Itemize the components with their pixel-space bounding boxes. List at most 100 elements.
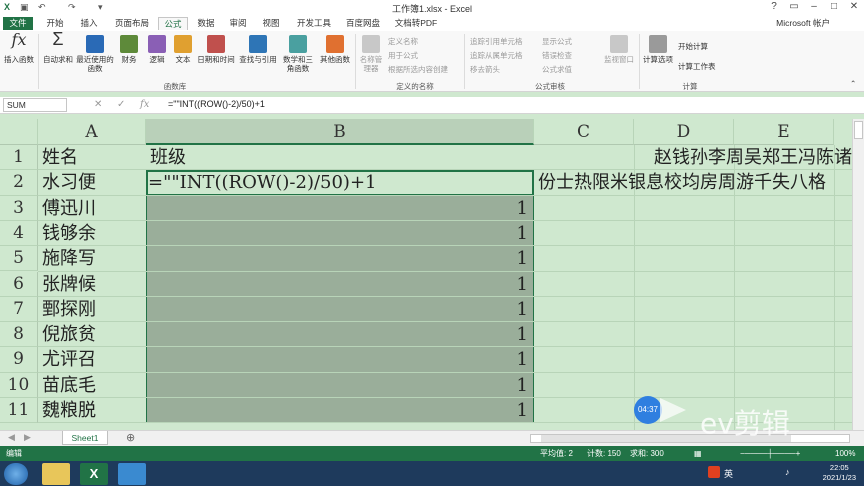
cell-a10[interactable]: 苗底毛 bbox=[42, 373, 142, 398]
cell-b6[interactable]: 1 bbox=[146, 272, 532, 297]
normal-view-icon[interactable]: ▦ bbox=[694, 446, 702, 461]
cell-b11[interactable]: 1 bbox=[146, 398, 532, 423]
tab-insert[interactable]: 插入 bbox=[74, 17, 104, 30]
use-in-formula-button[interactable]: 用于公式 bbox=[388, 50, 418, 61]
tab-developer[interactable]: 开发工具 bbox=[292, 17, 336, 30]
ribbon-display-button[interactable]: ▭ bbox=[786, 1, 802, 14]
autosum-button[interactable]: Σ 自动求和 bbox=[42, 30, 74, 64]
row-header-7[interactable]: 7 bbox=[0, 296, 38, 323]
tab-file[interactable]: 文件 bbox=[3, 17, 33, 30]
lookup-button[interactable]: 查找与引用 bbox=[238, 35, 278, 64]
cell-b4[interactable]: 1 bbox=[146, 221, 532, 246]
evaluate-formula-button[interactable]: 公式求值 bbox=[542, 64, 572, 75]
help-button[interactable]: ? bbox=[766, 1, 782, 14]
cell-b1[interactable]: 班级 bbox=[150, 145, 530, 170]
spreadsheet-grid[interactable]: A B C D E 1 2 3 傅迅川 1 4 钱够余 1 5 施降写 1 6 张牌候 1 7 鄄探刚 1 8 倪旅… bbox=[0, 119, 852, 430]
add-sheet-icon[interactable]: ⊕ bbox=[126, 431, 135, 444]
row-header-9[interactable]: 9 bbox=[0, 347, 38, 373]
cancel-icon[interactable]: ✕ bbox=[94, 99, 102, 110]
column-header-b[interactable]: B bbox=[146, 119, 534, 145]
create-from-selection-button[interactable]: 根据所选内容创建 bbox=[388, 64, 448, 75]
row-header-8[interactable]: 8 bbox=[0, 322, 38, 348]
speaker-icon[interactable]: ♪ bbox=[785, 467, 790, 477]
tab-data[interactable]: 数据 bbox=[192, 17, 220, 30]
cell-a5[interactable]: 施降写 bbox=[42, 246, 142, 271]
select-all-corner[interactable] bbox=[0, 119, 38, 145]
close-button[interactable]: ✕ bbox=[846, 1, 862, 14]
cell-b8[interactable]: 1 bbox=[146, 322, 532, 347]
clock[interactable]: 22:05 2021/1/23 bbox=[823, 463, 856, 483]
vertical-scrollbar[interactable] bbox=[852, 119, 864, 430]
zoom-level[interactable]: 100% bbox=[835, 446, 855, 461]
recent-functions-button[interactable]: 最近使用的函数 bbox=[76, 35, 114, 73]
tab-baidu-pan[interactable]: 百度网盘 bbox=[342, 17, 384, 30]
row-header-4[interactable]: 4 bbox=[0, 220, 38, 247]
column-header-e[interactable]: E bbox=[734, 119, 834, 145]
cell-b5[interactable]: 1 bbox=[146, 246, 532, 271]
cell-b2[interactable]: =""INT((ROW()-2)/50)+1 bbox=[148, 170, 532, 195]
cell-a1[interactable]: 姓名 bbox=[42, 145, 142, 170]
horizontal-scrollbar[interactable] bbox=[530, 434, 850, 443]
cell-c2[interactable]: 份士热限米银息校均房周游千失八格 bbox=[538, 170, 852, 195]
excel-taskbar-icon[interactable]: X bbox=[80, 463, 108, 485]
sogou-ime-icon[interactable] bbox=[708, 466, 720, 478]
cell-b7[interactable]: 1 bbox=[146, 297, 532, 322]
calc-sheet-button[interactable]: 计算工作表 bbox=[678, 61, 716, 72]
enter-icon[interactable]: ✓ bbox=[117, 99, 125, 110]
cell-a6[interactable]: 张牌候 bbox=[42, 272, 142, 297]
name-box[interactable]: SUM bbox=[3, 98, 67, 112]
tab-view[interactable]: 视图 bbox=[257, 17, 285, 30]
column-header-c[interactable]: C bbox=[534, 119, 634, 145]
formula-input[interactable]: =""INT((ROW()-2)/50)+1 bbox=[168, 99, 265, 109]
row-header-10[interactable]: 10 bbox=[0, 372, 38, 398]
logical-button[interactable]: 逻辑 bbox=[146, 35, 168, 64]
remove-arrows-button[interactable]: 移去箭头 bbox=[470, 64, 500, 75]
ime-language[interactable]: 英 bbox=[724, 467, 733, 480]
error-checking-button[interactable]: 错误检查 bbox=[542, 50, 572, 61]
prev-sheet-icon[interactable]: ◀ bbox=[8, 432, 15, 443]
collapse-ribbon-icon[interactable]: ⌃ bbox=[850, 79, 856, 88]
row-header-3[interactable]: 3 bbox=[0, 195, 38, 221]
account-link[interactable]: Microsoft 帐户 bbox=[776, 17, 830, 29]
start-button[interactable] bbox=[4, 463, 28, 485]
scroll-thumb[interactable] bbox=[854, 121, 863, 139]
other-functions-button[interactable]: 其他函数 bbox=[318, 35, 352, 64]
row-header-5[interactable]: 5 bbox=[0, 246, 38, 272]
column-header-a[interactable]: A bbox=[38, 119, 146, 145]
row-header-11[interactable]: 11 bbox=[0, 398, 38, 424]
define-name-button[interactable]: 定义名称 bbox=[388, 36, 418, 47]
trace-precedents-button[interactable]: 追踪引用单元格 bbox=[470, 36, 523, 47]
next-sheet-icon[interactable]: ▶ bbox=[24, 432, 31, 443]
column-header-d[interactable]: D bbox=[634, 119, 734, 145]
calc-now-button[interactable]: 开始计算 bbox=[678, 41, 708, 52]
app-taskbar-icon[interactable] bbox=[118, 463, 146, 485]
insert-function-button[interactable]: fx 插入函数 bbox=[2, 32, 36, 65]
calc-options-button[interactable]: 计算选项 bbox=[642, 35, 674, 64]
tab-formulas[interactable]: 公式 bbox=[158, 17, 188, 30]
cell-a2[interactable]: 水习便 bbox=[42, 170, 142, 195]
cell-a3[interactable]: 傅迅川 bbox=[42, 196, 142, 221]
sheet-tab-sheet1[interactable]: Sheet1 bbox=[62, 431, 108, 445]
show-formulas-button[interactable]: 显示公式 bbox=[542, 36, 572, 47]
minimize-button[interactable]: – bbox=[806, 1, 822, 14]
cell-c1[interactable]: 赵钱孙李周吴郑王冯陈诸 bbox=[538, 145, 852, 170]
ev-recorder-overlay[interactable]: 04:37 bbox=[634, 396, 694, 426]
datetime-button[interactable]: 日期和时间 bbox=[196, 35, 236, 64]
row-header-2[interactable]: 2 bbox=[0, 170, 38, 196]
cell-b3[interactable]: 1 bbox=[146, 196, 532, 221]
cell-b9[interactable]: 1 bbox=[146, 347, 532, 372]
cell-a8[interactable]: 倪旅贫 bbox=[42, 322, 142, 347]
cell-a4[interactable]: 钱够余 bbox=[42, 221, 142, 246]
cell-a9[interactable]: 尤评召 bbox=[42, 347, 142, 372]
tab-review[interactable]: 审阅 bbox=[224, 17, 252, 30]
tab-pdf[interactable]: 文档转PDF bbox=[392, 17, 440, 30]
cell-a11[interactable]: 魏粮脱 bbox=[42, 398, 142, 423]
insert-function-icon[interactable]: fx bbox=[140, 99, 149, 110]
text-button[interactable]: 文本 bbox=[172, 35, 194, 64]
math-button[interactable]: 数学和三角函数 bbox=[280, 35, 316, 73]
cell-b10[interactable]: 1 bbox=[146, 373, 532, 398]
zoom-slider[interactable]: −────┼────+ bbox=[740, 446, 800, 461]
financial-button[interactable]: 财务 bbox=[118, 35, 140, 64]
trace-dependents-button[interactable]: 追踪从属单元格 bbox=[470, 50, 523, 61]
maximize-button[interactable]: □ bbox=[826, 1, 842, 14]
